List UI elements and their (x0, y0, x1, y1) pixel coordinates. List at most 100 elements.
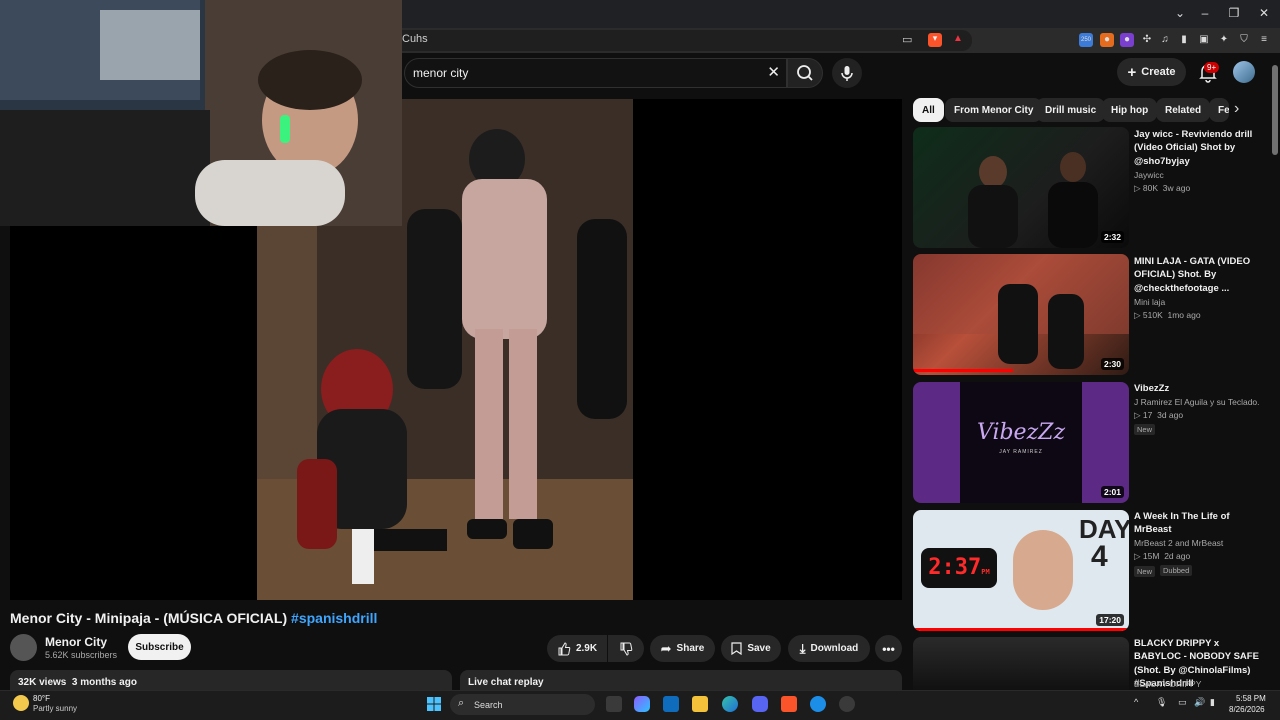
more-actions-button[interactable]: ••• (875, 635, 902, 662)
extension-purple-icon[interactable]: ● (1120, 33, 1134, 47)
taskbar-search-icon: ⌕ (458, 697, 465, 709)
webcam-overlay (0, 0, 402, 226)
thumbs-up-icon (558, 641, 571, 655)
search-input[interactable]: menor city ✕ (404, 58, 787, 88)
outlook-icon[interactable] (663, 696, 679, 712)
live-chat-label: Live chat replay (468, 677, 544, 688)
share-label: Share (676, 643, 705, 654)
address-bar[interactable]: Cuhs ▭ ▾ ▲ (392, 30, 972, 51)
rec-meta-4: ▷ 15M 2d ago (1134, 551, 1191, 561)
hashtag-link[interactable]: #spanishdrill (291, 610, 377, 626)
rec-thumbnail-2[interactable]: 2:30 (913, 254, 1129, 375)
weather-temperature[interactable]: 80°F (33, 694, 50, 703)
extension-orange-icon[interactable]: ● (1100, 33, 1114, 47)
live-chat-replay[interactable]: Live chat replay (460, 670, 902, 690)
file-explorer-icon[interactable] (692, 696, 708, 712)
new-badge-4: New (1134, 566, 1156, 577)
vpn-shield-icon[interactable]: ⛉ (1237, 33, 1251, 47)
taskbar-time[interactable]: 5:58 PM (1236, 694, 1266, 703)
account-avatar[interactable] (1233, 61, 1255, 83)
like-button[interactable]: 2.9K (547, 635, 607, 662)
save-button[interactable]: Save (721, 635, 781, 662)
rec-views-2: 510K (1142, 310, 1163, 320)
rec-1-art (968, 152, 1098, 248)
brave-shields-icon[interactable]: ▾ (928, 33, 942, 47)
rec-age-1: 3w ago (1162, 183, 1191, 193)
windows-start-icon[interactable] (426, 696, 442, 712)
description-box[interactable]: 32K views 3 months ago (10, 670, 452, 690)
clear-search-icon[interactable]: ✕ (767, 63, 780, 81)
rec-channel-1[interactable]: Jaywicc (1134, 170, 1164, 180)
leo-ai-icon[interactable]: ✦ (1217, 33, 1231, 47)
rec-title-4[interactable]: A Week In The Life of MrBeast (1134, 510, 1264, 537)
chip-partial[interactable]: Fe (1209, 98, 1229, 122)
maximize-button[interactable]: ❐ (1224, 6, 1244, 20)
subscribe-button[interactable]: Subscribe (128, 634, 191, 660)
weather-description[interactable]: Partly sunny (33, 704, 77, 713)
rec-channel-2[interactable]: Mini laja (1134, 297, 1165, 307)
chevron-right-icon[interactable]: › (1234, 100, 1239, 118)
rec-views-3: 17 (1142, 410, 1153, 420)
rec-channel-4[interactable]: MrBeast 2 and MrBeast (1134, 538, 1223, 548)
settings-gear-icon[interactable] (839, 696, 855, 712)
task-view-icon[interactable] (606, 696, 622, 712)
download-button[interactable]: ⤓ Download (788, 635, 870, 662)
voice-search-button[interactable] (832, 58, 862, 88)
volume-icon[interactable]: 🔊 (1194, 697, 1205, 708)
chip-from-channel[interactable]: From Menor City (945, 98, 1043, 122)
extensions-puzzle-icon[interactable]: ✣ (1140, 33, 1154, 47)
rec-title-3[interactable]: VibezZz (1134, 382, 1264, 395)
rec-2-art (913, 254, 1129, 372)
rec-thumbnail-5[interactable] (913, 637, 1129, 690)
weather-sun-icon[interactable] (13, 695, 29, 711)
minimize-button[interactable]: – (1195, 6, 1215, 20)
battery-icon[interactable]: ▮ (1210, 697, 1215, 708)
taskbar-search[interactable]: ⌕ Search (450, 694, 595, 715)
media-music-icon[interactable]: ♫ (1158, 33, 1172, 47)
tray-mic-icon[interactable]: 🎙 (1156, 697, 1167, 708)
rec-4-alarm-clock: 2:37PM (921, 548, 997, 588)
wallet-icon[interactable]: ▣ (1197, 33, 1211, 47)
tray-chevron-icon[interactable]: ^ (1134, 697, 1138, 707)
cast-icon[interactable]: ▭ (902, 33, 912, 46)
close-window-button[interactable]: ✕ (1254, 6, 1274, 20)
chip-drill-music[interactable]: Drill music (1036, 98, 1106, 122)
dislike-button[interactable] (608, 635, 644, 662)
tab-list-chevron-icon[interactable]: ⌄ (1170, 6, 1190, 20)
rec-thumbnail-1[interactable]: 2:32 (913, 127, 1129, 248)
dubbed-badge-4: Dubbed (1160, 565, 1193, 576)
channel-avatar[interactable] (10, 634, 37, 661)
menu-icon[interactable]: ≡ (1257, 33, 1271, 47)
edge-icon[interactable] (722, 696, 738, 712)
app-icon[interactable] (810, 696, 826, 712)
sidebar-toggle-icon[interactable]: ▮ (1177, 33, 1191, 47)
share-button[interactable]: ➦ Share (650, 635, 715, 662)
extension-badge-icon[interactable]: 250 (1079, 33, 1093, 47)
chip-hip-hop[interactable]: Hip hop (1102, 98, 1158, 122)
rec-thumbnail-4[interactable]: 2:37PM DAY 4 17:20 (913, 510, 1129, 631)
copilot-icon[interactable] (634, 696, 650, 712)
brave-icon[interactable] (781, 696, 797, 712)
create-button[interactable]: + Create (1117, 58, 1186, 86)
chip-all[interactable]: All (913, 98, 944, 122)
network-icon[interactable]: ▭ (1178, 697, 1187, 708)
rec-channel-5[interactable]: BLACKY DRIPPY (1134, 679, 1201, 689)
taskbar-date[interactable]: 8/26/2026 (1229, 705, 1265, 714)
subscriber-count: 5.62K subscribers (45, 650, 118, 660)
scrollbar-thumb[interactable] (1272, 65, 1278, 155)
rec-thumbnail-3[interactable]: VibezZz JAY RAMIREZ 2:01 (913, 382, 1129, 503)
rec-channel-3[interactable]: J Ramirez El Aguila y su Teclado. (1134, 397, 1260, 407)
rec-title-2[interactable]: MINI LAJA - GATA (VIDEO OFICIAL) Shot. B… (1134, 255, 1264, 295)
rec-title-1[interactable]: Jay wicc - Reviviendo drill (Video Ofici… (1134, 128, 1264, 168)
rec-duration-1: 2:32 (1100, 231, 1124, 243)
chip-related[interactable]: Related (1156, 98, 1211, 122)
notification-count-badge: 9+ (1204, 62, 1220, 73)
brave-rewards-icon[interactable]: ▲ (953, 33, 963, 44)
rec-4-watched-bar (913, 628, 1129, 631)
rec-4-day-number: 4 (1091, 540, 1108, 573)
search-button[interactable] (787, 58, 823, 88)
channel-name[interactable]: Menor City (45, 635, 107, 649)
rec-3-art-artist: JAY RAMIREZ (999, 449, 1043, 455)
video-title-text: Menor City - Minipaja - (MÚSICA OFICIAL) (10, 610, 292, 626)
discord-icon[interactable] (752, 696, 768, 712)
